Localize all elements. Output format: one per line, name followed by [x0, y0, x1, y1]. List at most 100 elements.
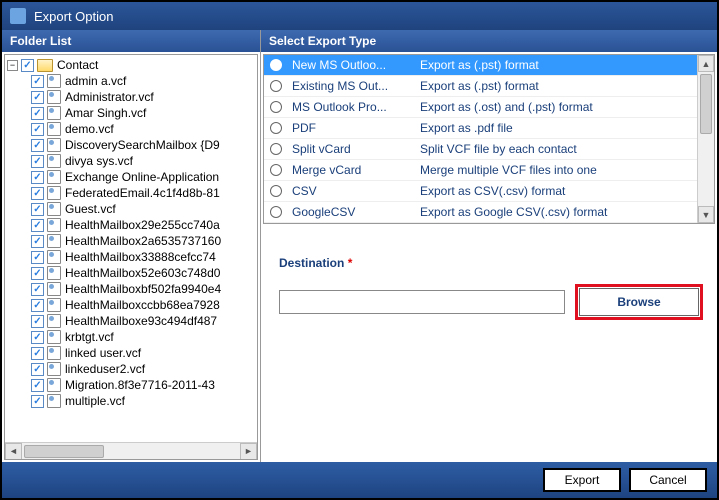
export-type-name: GoogleCSV [292, 205, 412, 219]
vertical-scrollbar[interactable]: ▲ ▼ [697, 55, 714, 223]
export-type-name: MS Outlook Pro... [292, 100, 412, 114]
tree-item[interactable]: HealthMailboxccbb68ea7928 [7, 297, 255, 313]
vcard-icon [47, 186, 61, 200]
radio-button[interactable] [270, 80, 282, 92]
scroll-left-button[interactable]: ◄ [5, 443, 22, 460]
checkbox[interactable] [31, 331, 44, 344]
radio-button[interactable] [270, 59, 282, 71]
radio-button[interactable] [270, 143, 282, 155]
tree-item[interactable]: krbtgt.vcf [7, 329, 255, 345]
export-type-desc: Export as .pdf file [420, 121, 708, 135]
tree-item[interactable]: divya sys.vcf [7, 153, 255, 169]
tree-item-label: Guest.vcf [65, 202, 116, 216]
scroll-up-button[interactable]: ▲ [698, 55, 714, 72]
browse-button[interactable]: Browse [579, 288, 699, 316]
checkbox[interactable] [31, 347, 44, 360]
vcard-icon [47, 202, 61, 216]
checkbox[interactable] [31, 395, 44, 408]
tree-item[interactable]: linkeduser2.vcf [7, 361, 255, 377]
cancel-button[interactable]: Cancel [629, 468, 707, 492]
radio-button[interactable] [270, 164, 282, 176]
tree-item[interactable]: demo.vcf [7, 121, 255, 137]
tree-item[interactable]: HealthMailboxe93c494df487 [7, 313, 255, 329]
export-type-desc: Export as (.pst) format [420, 79, 708, 93]
export-type-row[interactable]: Merge vCardMerge multiple VCF files into… [264, 160, 714, 181]
checkbox[interactable] [31, 139, 44, 152]
export-type-row[interactable]: New MS Outloo... Export as (.pst) format [264, 55, 714, 76]
checkbox[interactable] [31, 155, 44, 168]
radio-button[interactable] [270, 122, 282, 134]
radio-button[interactable] [270, 206, 282, 218]
horizontal-scrollbar[interactable]: ◄ ► [5, 442, 257, 459]
destination-input[interactable] [279, 290, 565, 314]
radio-button[interactable] [270, 101, 282, 113]
checkbox[interactable] [31, 363, 44, 376]
export-type-row[interactable]: Existing MS Out...Export as (.pst) forma… [264, 76, 714, 97]
export-type-row[interactable]: CSVExport as CSV(.csv) format [264, 181, 714, 202]
tree-item[interactable]: HealthMailbox29e255cc740a [7, 217, 255, 233]
vcard-icon [47, 234, 61, 248]
tree-item-label: HealthMailboxbf502fa9940e4 [65, 282, 221, 296]
tree-item[interactable]: Amar Singh.vcf [7, 105, 255, 121]
tree-item[interactable]: admin a.vcf [7, 73, 255, 89]
tree-item[interactable]: multiple.vcf [7, 393, 255, 409]
export-button[interactable]: Export [543, 468, 621, 492]
collapse-icon[interactable]: − [7, 60, 18, 71]
checkbox[interactable] [31, 75, 44, 88]
tree-item[interactable]: Exchange Online-Application [7, 169, 255, 185]
export-type-name: New MS Outloo... [292, 58, 412, 72]
scroll-right-button[interactable]: ► [240, 443, 257, 460]
tree-item[interactable]: Migration.8f3e7716-2011-43 [7, 377, 255, 393]
checkbox[interactable] [31, 107, 44, 120]
tree-item-label: HealthMailbox33888cefcc74 [65, 250, 216, 264]
checkbox[interactable] [31, 219, 44, 232]
checkbox[interactable] [31, 267, 44, 280]
checkbox[interactable] [31, 299, 44, 312]
export-type-row[interactable]: Split vCardSplit VCF file by each contac… [264, 139, 714, 160]
checkbox[interactable] [31, 283, 44, 296]
tree-item[interactable]: Guest.vcf [7, 201, 255, 217]
export-type-row[interactable]: MS Outlook Pro...Export as (.ost) and (.… [264, 97, 714, 118]
export-type-row[interactable]: GoogleCSVExport as Google CSV(.csv) form… [264, 202, 714, 223]
window-title: Export Option [34, 9, 114, 24]
tree-item[interactable]: HealthMailbox52e603c748d0 [7, 265, 255, 281]
tree-item[interactable]: FederatedEmail.4c1f4d8b-81 [7, 185, 255, 201]
scroll-thumb[interactable] [24, 445, 104, 458]
checkbox[interactable] [31, 203, 44, 216]
scroll-down-button[interactable]: ▼ [698, 206, 714, 223]
checkbox[interactable] [21, 59, 34, 72]
tree-item-label: Exchange Online-Application [65, 170, 219, 184]
tree-item[interactable]: HealthMailboxbf502fa9940e4 [7, 281, 255, 297]
checkbox[interactable] [31, 187, 44, 200]
checkbox[interactable] [31, 123, 44, 136]
checkbox[interactable] [31, 171, 44, 184]
vcard-icon [47, 362, 61, 376]
export-type-desc: Export as (.pst) format [420, 58, 708, 72]
tree-item-label: krbtgt.vcf [65, 330, 114, 344]
folder-tree[interactable]: −Contactadmin a.vcfAdministrator.vcfAmar… [4, 54, 258, 460]
destination-label: Destination * [279, 256, 699, 270]
tree-item[interactable]: HealthMailbox2a6535737160 [7, 233, 255, 249]
tree-item[interactable]: DiscoverySearchMailbox {D9 [7, 137, 255, 153]
export-type-name: PDF [292, 121, 412, 135]
folder-icon [37, 59, 53, 72]
scroll-thumb[interactable] [700, 74, 712, 134]
checkbox[interactable] [31, 315, 44, 328]
checkbox[interactable] [31, 379, 44, 392]
export-type-desc: Export as CSV(.csv) format [420, 184, 708, 198]
vcard-icon [47, 154, 61, 168]
checkbox[interactable] [31, 235, 44, 248]
tree-item[interactable]: linked user.vcf [7, 345, 255, 361]
checkbox[interactable] [31, 251, 44, 264]
export-type-name: Merge vCard [292, 163, 412, 177]
tree-item[interactable]: Administrator.vcf [7, 89, 255, 105]
vcard-icon [47, 282, 61, 296]
export-type-list[interactable]: New MS Outloo...Export as (.pst) formatE… [263, 54, 715, 224]
export-type-row[interactable]: PDF Export as .pdf file [264, 118, 714, 139]
tree-root[interactable]: −Contact [7, 57, 255, 73]
radio-button[interactable] [270, 185, 282, 197]
vcard-icon [47, 106, 61, 120]
tree-item[interactable]: HealthMailbox33888cefcc74 [7, 249, 255, 265]
checkbox[interactable] [31, 91, 44, 104]
export-type-header: Select Export Type [261, 30, 717, 52]
